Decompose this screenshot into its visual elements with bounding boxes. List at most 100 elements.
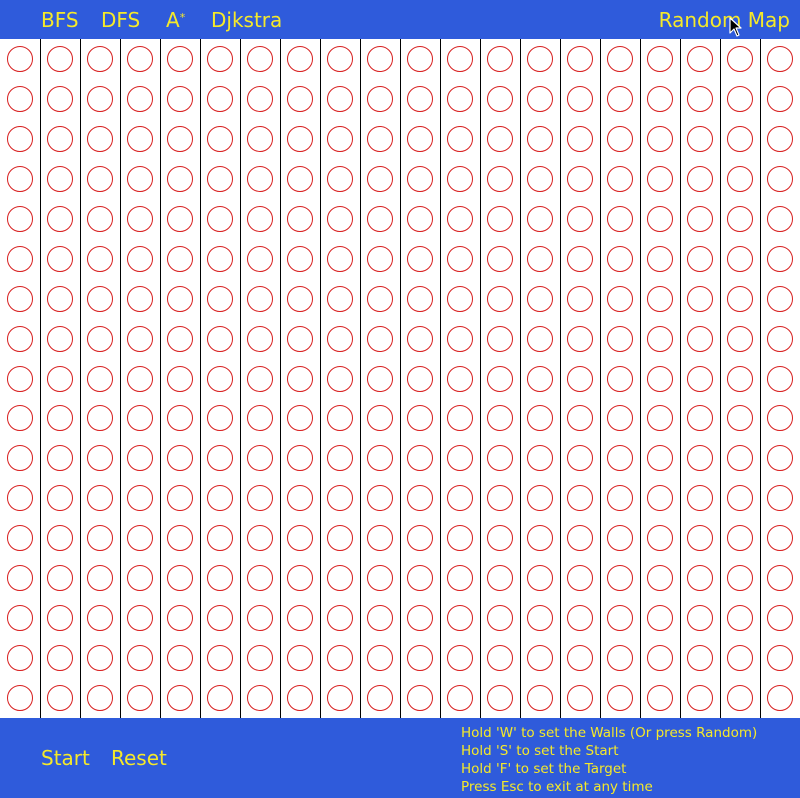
grid-node[interactable] bbox=[7, 405, 33, 432]
grid-node[interactable] bbox=[727, 245, 753, 272]
grid-node[interactable] bbox=[87, 205, 113, 232]
grid-node[interactable] bbox=[367, 245, 393, 272]
grid-node[interactable] bbox=[607, 245, 633, 272]
grid-node[interactable] bbox=[727, 205, 753, 232]
grid-node[interactable] bbox=[567, 525, 593, 552]
grid-node[interactable] bbox=[487, 605, 513, 632]
grid-node[interactable] bbox=[527, 645, 553, 672]
grid-node[interactable] bbox=[167, 285, 193, 312]
grid-node[interactable] bbox=[407, 485, 433, 512]
grid-node[interactable] bbox=[367, 205, 393, 232]
grid-node[interactable] bbox=[287, 365, 313, 392]
grid-node[interactable] bbox=[527, 165, 553, 192]
grid-node[interactable] bbox=[7, 685, 33, 712]
grid-node[interactable] bbox=[87, 285, 113, 312]
grid-node[interactable] bbox=[447, 205, 473, 232]
grid-node[interactable] bbox=[727, 85, 753, 112]
grid-node[interactable] bbox=[167, 205, 193, 232]
grid-node[interactable] bbox=[487, 685, 513, 712]
grid-node[interactable] bbox=[7, 45, 33, 72]
grid-node[interactable] bbox=[127, 285, 153, 312]
grid-node[interactable] bbox=[287, 125, 313, 152]
grid-node[interactable] bbox=[167, 245, 193, 272]
grid-node[interactable] bbox=[487, 85, 513, 112]
grid-node[interactable] bbox=[247, 245, 273, 272]
grid-node[interactable] bbox=[407, 525, 433, 552]
grid-node[interactable] bbox=[647, 485, 673, 512]
grid-node[interactable] bbox=[287, 525, 313, 552]
grid-node[interactable] bbox=[727, 645, 753, 672]
grid-node[interactable] bbox=[87, 165, 113, 192]
grid-node[interactable] bbox=[447, 605, 473, 632]
grid-node[interactable] bbox=[607, 605, 633, 632]
grid-node[interactable] bbox=[767, 285, 793, 312]
grid-node[interactable] bbox=[447, 245, 473, 272]
grid-node[interactable] bbox=[407, 565, 433, 592]
grid-node[interactable] bbox=[327, 125, 353, 152]
grid-node[interactable] bbox=[727, 325, 753, 352]
grid-node[interactable] bbox=[327, 245, 353, 272]
grid-node[interactable] bbox=[727, 125, 753, 152]
grid-node[interactable] bbox=[47, 445, 73, 472]
grid-node[interactable] bbox=[767, 645, 793, 672]
grid-node[interactable] bbox=[247, 85, 273, 112]
grid-node[interactable] bbox=[367, 445, 393, 472]
grid-node[interactable] bbox=[247, 405, 273, 432]
grid-node[interactable] bbox=[447, 405, 473, 432]
grid-node[interactable] bbox=[287, 245, 313, 272]
grid-node[interactable] bbox=[567, 125, 593, 152]
grid-node[interactable] bbox=[487, 565, 513, 592]
grid-node[interactable] bbox=[567, 605, 593, 632]
grid-node[interactable] bbox=[687, 45, 713, 72]
grid-node[interactable] bbox=[127, 685, 153, 712]
grid-node[interactable] bbox=[47, 85, 73, 112]
grid-node[interactable] bbox=[527, 565, 553, 592]
grid-node[interactable] bbox=[487, 365, 513, 392]
grid-node[interactable] bbox=[47, 485, 73, 512]
grid-node[interactable] bbox=[7, 85, 33, 112]
grid-node[interactable] bbox=[127, 645, 153, 672]
grid-node[interactable] bbox=[287, 205, 313, 232]
grid-node[interactable] bbox=[87, 525, 113, 552]
grid-node[interactable] bbox=[87, 365, 113, 392]
grid-node[interactable] bbox=[127, 365, 153, 392]
grid-node[interactable] bbox=[647, 525, 673, 552]
grid-node[interactable] bbox=[47, 125, 73, 152]
grid-node[interactable] bbox=[87, 245, 113, 272]
grid-node[interactable] bbox=[7, 125, 33, 152]
grid-node[interactable] bbox=[447, 45, 473, 72]
grid-node[interactable] bbox=[767, 445, 793, 472]
grid-node[interactable] bbox=[247, 325, 273, 352]
grid-node[interactable] bbox=[607, 285, 633, 312]
grid-node[interactable] bbox=[487, 125, 513, 152]
grid-node[interactable] bbox=[167, 645, 193, 672]
grid-node[interactable] bbox=[327, 365, 353, 392]
grid-node[interactable] bbox=[567, 685, 593, 712]
grid-node[interactable] bbox=[527, 365, 553, 392]
grid-node[interactable] bbox=[527, 85, 553, 112]
grid-node[interactable] bbox=[207, 365, 233, 392]
grid-node[interactable] bbox=[527, 445, 553, 472]
bfs-button[interactable]: BFS bbox=[41, 8, 79, 32]
grid-node[interactable] bbox=[487, 245, 513, 272]
grid-node[interactable] bbox=[167, 405, 193, 432]
grid-node[interactable] bbox=[447, 445, 473, 472]
grid-node[interactable] bbox=[327, 565, 353, 592]
grid-node[interactable] bbox=[7, 285, 33, 312]
grid-node[interactable] bbox=[727, 365, 753, 392]
grid-node[interactable] bbox=[87, 45, 113, 72]
grid-node[interactable] bbox=[527, 45, 553, 72]
grid-node[interactable] bbox=[567, 245, 593, 272]
grid-node[interactable] bbox=[407, 85, 433, 112]
grid-node[interactable] bbox=[207, 45, 233, 72]
grid-node[interactable] bbox=[687, 245, 713, 272]
grid-node[interactable] bbox=[607, 365, 633, 392]
grid-node[interactable] bbox=[127, 205, 153, 232]
grid-node[interactable] bbox=[87, 605, 113, 632]
grid-node[interactable] bbox=[327, 285, 353, 312]
grid-node[interactable] bbox=[127, 605, 153, 632]
grid-node[interactable] bbox=[7, 525, 33, 552]
grid-node[interactable] bbox=[167, 85, 193, 112]
grid-node[interactable] bbox=[207, 405, 233, 432]
grid-node[interactable] bbox=[167, 45, 193, 72]
